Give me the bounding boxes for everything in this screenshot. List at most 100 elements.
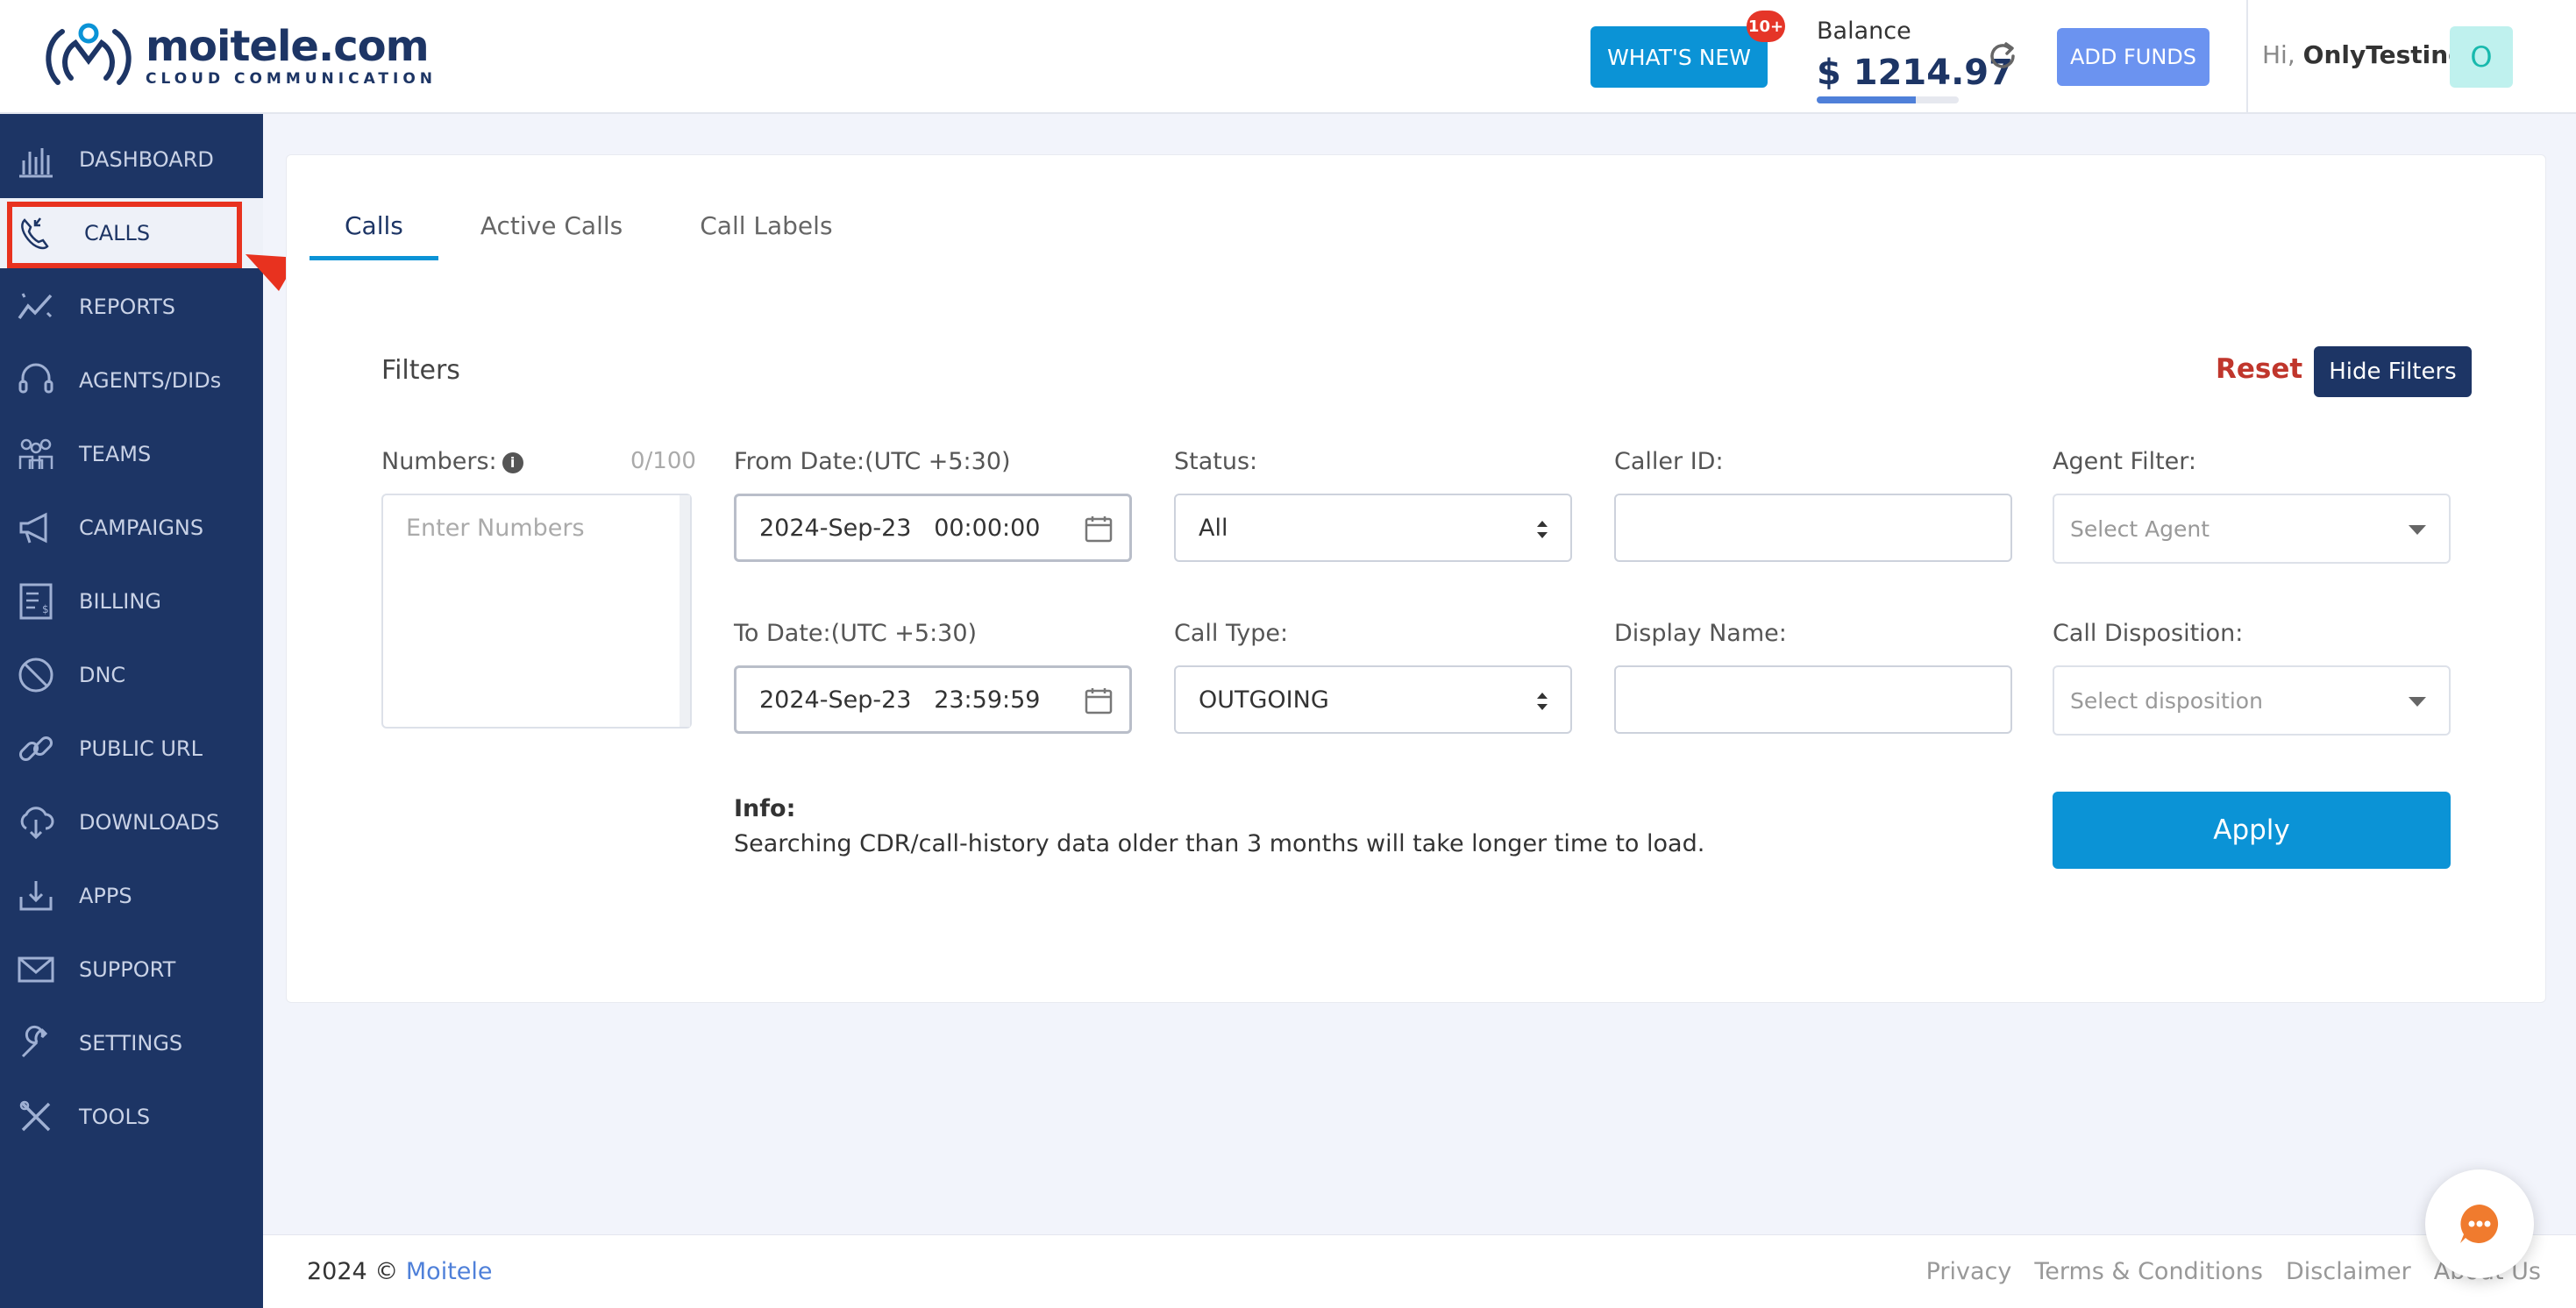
tools-icon bbox=[19, 1100, 51, 1132]
sidebar-item-label: TEAMS bbox=[79, 442, 152, 466]
info-note: Info: Searching CDR/call-history data ol… bbox=[734, 792, 1704, 862]
dnc-icon bbox=[18, 658, 53, 693]
megaphone-icon bbox=[19, 512, 47, 544]
tab-bar: Calls Active Calls Call Labels bbox=[310, 190, 875, 260]
select-arrows-icon bbox=[1537, 693, 1548, 710]
annotation-highlight-box bbox=[7, 202, 242, 268]
numbers-label-text: Numbers: bbox=[381, 448, 497, 475]
select-arrows-icon bbox=[1537, 521, 1548, 538]
disposition-placeholder: Select disposition bbox=[2070, 687, 2263, 714]
billing-icon: $ bbox=[19, 583, 53, 620]
sidebar-item-dnc[interactable]: DNC bbox=[0, 640, 263, 710]
sidebar-item-label: APPS bbox=[79, 884, 132, 908]
sidebar-item-public-url[interactable]: PUBLIC URL bbox=[0, 714, 263, 784]
reports-icon bbox=[18, 293, 53, 320]
reset-button[interactable]: Reset bbox=[2216, 353, 2302, 385]
to-date-input[interactable]: 2024-Sep-23 23:59:59 bbox=[734, 665, 1132, 734]
sidebar-item-support[interactable]: SUPPORT bbox=[0, 935, 263, 1005]
user-name: OnlyTesting bbox=[2302, 40, 2466, 69]
info-text: Searching CDR/call-history data older th… bbox=[734, 830, 1705, 857]
footer: 2024 © Moitele Privacy Terms & Condition… bbox=[263, 1234, 2576, 1308]
apply-button[interactable]: Apply bbox=[2053, 792, 2451, 869]
sidebar-item-downloads[interactable]: DOWNLOADS bbox=[0, 787, 263, 857]
sidebar-item-label: DNC bbox=[79, 663, 126, 687]
sidebar-item-label: REPORTS bbox=[79, 295, 176, 319]
numbers-label: Numbers: i bbox=[381, 448, 523, 475]
link-icon bbox=[18, 736, 53, 762]
sidebar-item-settings[interactable]: SETTINGS bbox=[0, 1008, 263, 1078]
company-link[interactable]: Moitele bbox=[406, 1258, 493, 1285]
apps-download-icon bbox=[19, 881, 53, 911]
balance-label: Balance bbox=[1817, 18, 1911, 45]
sidebar-item-dashboard[interactable]: DASHBOARD bbox=[0, 124, 263, 195]
sidebar: DASHBOARD CALLS REPORTS AGENTS/DIDs TEAM… bbox=[0, 114, 263, 1308]
filters-title: Filters bbox=[381, 355, 460, 386]
dashboard-icon bbox=[19, 148, 53, 178]
display-name-input[interactable] bbox=[1614, 665, 2012, 734]
disposition-label: Call Disposition: bbox=[2053, 620, 2244, 647]
from-date-value: 2024-Sep-23 00:00:00 bbox=[759, 514, 1041, 542]
textarea-scrollbar[interactable] bbox=[680, 495, 690, 727]
status-select[interactable]: All bbox=[1174, 494, 1572, 562]
top-header: moitele.com CLOUD COMMUNICATION WHAT'S N… bbox=[0, 0, 2576, 114]
footer-link-disclaimer[interactable]: Disclaimer bbox=[2286, 1258, 2411, 1285]
agent-filter-dropdown[interactable]: Select Agent bbox=[2053, 494, 2451, 564]
sidebar-item-label: BILLING bbox=[79, 589, 161, 614]
status-label: Status: bbox=[1174, 448, 1258, 475]
balance-value: $ 1214.97 bbox=[1817, 53, 2013, 93]
cloud-download-icon bbox=[20, 807, 54, 840]
footer-link-privacy[interactable]: Privacy bbox=[1926, 1258, 2012, 1285]
header-divider bbox=[2246, 0, 2248, 114]
disposition-dropdown[interactable]: Select disposition bbox=[2053, 665, 2451, 736]
numbers-textarea[interactable]: Enter Numbers bbox=[381, 494, 692, 729]
wrench-icon bbox=[21, 1025, 48, 1058]
avatar[interactable]: O bbox=[2450, 26, 2513, 88]
call-type-label: Call Type: bbox=[1174, 620, 1289, 647]
mail-icon bbox=[18, 956, 54, 983]
logo-mark-icon bbox=[46, 23, 132, 85]
sidebar-item-label: SUPPORT bbox=[79, 957, 176, 982]
chat-widget-button[interactable] bbox=[2425, 1169, 2534, 1278]
calendar-icon[interactable] bbox=[1084, 514, 1114, 544]
caller-id-label: Caller ID: bbox=[1614, 448, 1724, 475]
sidebar-item-billing[interactable]: $ BILLING bbox=[0, 566, 263, 636]
tab-calls[interactable]: Calls bbox=[310, 190, 438, 260]
balance-progress-bar bbox=[1817, 96, 1959, 103]
sidebar-item-campaigns[interactable]: CAMPAIGNS bbox=[0, 493, 263, 563]
numbers-count: 0/100 bbox=[630, 448, 696, 474]
sidebar-item-label: AGENTS/DIDs bbox=[79, 368, 222, 393]
sidebar-item-apps[interactable]: APPS bbox=[0, 861, 263, 931]
sidebar-item-agents[interactable]: AGENTS/DIDs bbox=[0, 345, 263, 416]
sidebar-item-reports[interactable]: REPORTS bbox=[0, 272, 263, 342]
info-icon[interactable]: i bbox=[502, 451, 523, 473]
call-type-value: OUTGOING bbox=[1199, 686, 1329, 714]
tab-call-labels[interactable]: Call Labels bbox=[665, 190, 867, 260]
caller-id-input[interactable] bbox=[1614, 494, 2012, 562]
info-title: Info: bbox=[734, 795, 796, 822]
to-date-label: To Date:(UTC +5:30) bbox=[734, 620, 978, 647]
add-funds-button[interactable]: ADD FUNDS bbox=[2057, 28, 2210, 86]
logo-tagline: CLOUD COMMUNICATION bbox=[146, 70, 438, 88]
sidebar-item-label: TOOLS bbox=[79, 1105, 151, 1129]
moitele-logo[interactable]: moitele.com CLOUD COMMUNICATION bbox=[40, 21, 437, 91]
agent-filter-placeholder: Select Agent bbox=[2070, 515, 2210, 542]
balance-progress-fill bbox=[1817, 96, 1917, 103]
sidebar-item-label: DOWNLOADS bbox=[79, 810, 220, 835]
whats-new-button[interactable]: WHAT'S NEW bbox=[1590, 26, 1768, 88]
user-greeting: Hi, OnlyTesting bbox=[2262, 40, 2466, 69]
footer-link-terms[interactable]: Terms & Conditions bbox=[2034, 1258, 2263, 1285]
from-date-input[interactable]: 2024-Sep-23 00:00:00 bbox=[734, 494, 1132, 562]
sidebar-item-label: DASHBOARD bbox=[79, 147, 214, 172]
logo-name: moitele.com bbox=[146, 22, 430, 71]
refresh-icon[interactable] bbox=[1985, 39, 2020, 74]
agent-filter-label: Agent Filter: bbox=[2053, 448, 2196, 475]
dropdown-caret-icon bbox=[2409, 697, 2426, 707]
calendar-icon[interactable] bbox=[1084, 686, 1114, 715]
tab-active-calls[interactable]: Active Calls bbox=[445, 190, 658, 260]
teams-icon bbox=[18, 438, 53, 469]
numbers-placeholder: Enter Numbers bbox=[406, 515, 585, 542]
sidebar-item-teams[interactable]: TEAMS bbox=[0, 419, 263, 489]
sidebar-item-tools[interactable]: TOOLS bbox=[0, 1082, 263, 1152]
call-type-select[interactable]: OUTGOING bbox=[1174, 665, 1572, 734]
hide-filters-button[interactable]: Hide Filters bbox=[2314, 346, 2472, 397]
